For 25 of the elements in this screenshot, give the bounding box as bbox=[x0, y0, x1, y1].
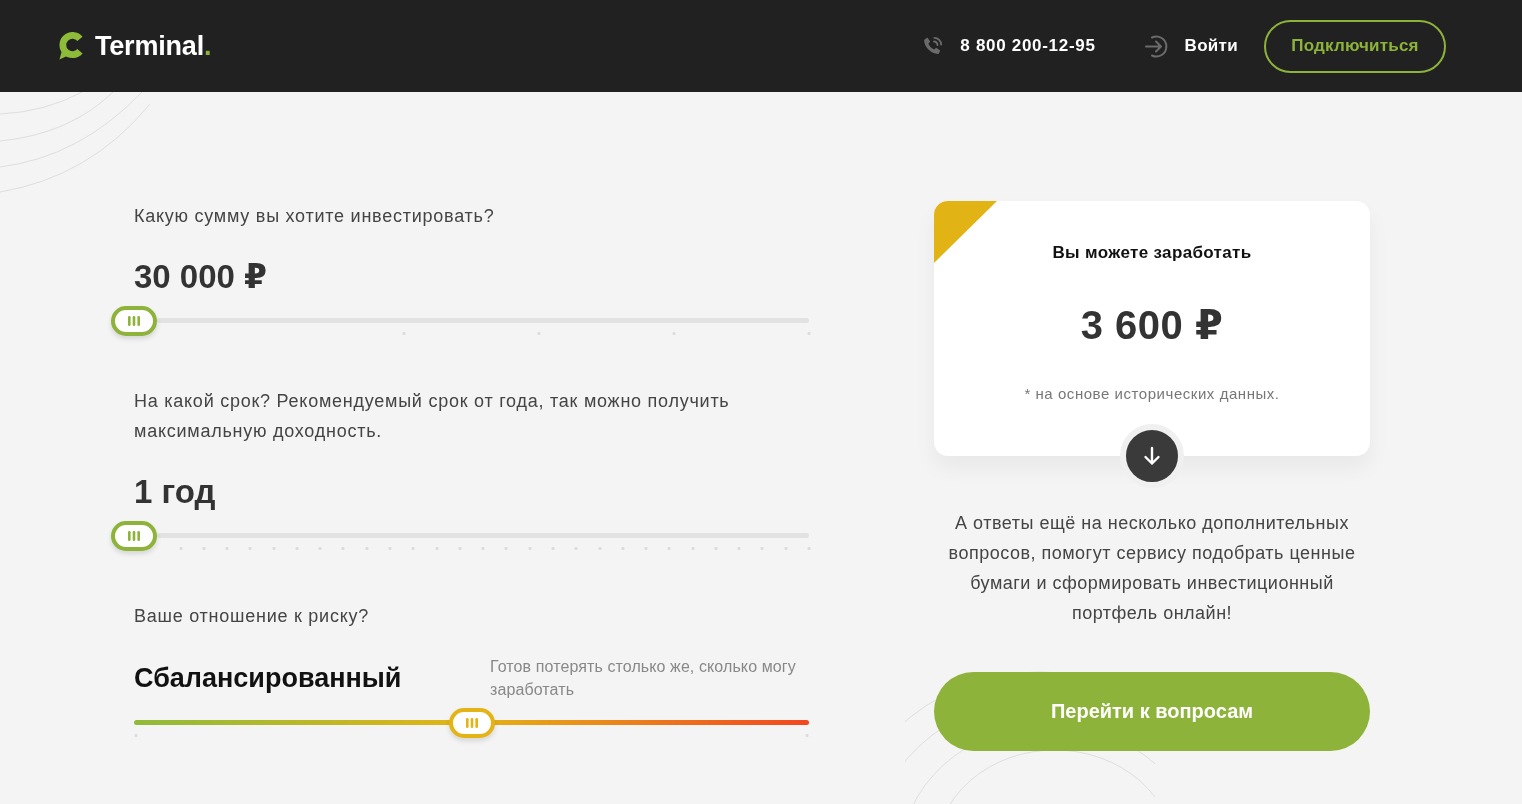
slider-track[interactable] bbox=[157, 318, 809, 323]
slider-track[interactable] bbox=[157, 533, 809, 538]
slider-thumb[interactable] bbox=[448, 707, 495, 738]
question-label: На какой срок? Рекомендуемый срок от года, так можно получить максимальную доходность. bbox=[134, 390, 731, 443]
footnote-text: * на основе исторических данных. bbox=[1024, 384, 1280, 404]
card-title: Вы можете заработать bbox=[1052, 242, 1252, 264]
answer-value: 1 год bbox=[134, 472, 216, 512]
answer-value: Сбалансированный bbox=[134, 662, 402, 695]
slider-thumb[interactable] bbox=[111, 305, 157, 336]
info-text: А ответы ещё на несколько дополнительных вопросов, помогут сервису подобрать ценные бумаги и сформировать инвестиционный портфель онлайн! bbox=[947, 512, 1357, 625]
connect-button[interactable]: Подключиться bbox=[1264, 19, 1446, 73]
slider-track[interactable] bbox=[134, 720, 809, 725]
phone-link[interactable]: 8 800 200-12-95 bbox=[921, 34, 1096, 58]
question-label: Какую сумму вы хотите инвестировать? bbox=[134, 205, 496, 228]
risk-description: Готов потерять столько же, сколько могу заработать bbox=[490, 657, 797, 700]
question-label: Ваше отношение к риску? bbox=[134, 605, 371, 628]
grip-icon bbox=[128, 315, 140, 326]
answer-value: 30 000 ₽ bbox=[134, 257, 268, 297]
login-link[interactable]: Войти bbox=[1143, 32, 1238, 60]
grip-icon bbox=[128, 530, 140, 541]
logo-link[interactable]: Terminal. bbox=[58, 30, 212, 62]
earnings-amount: 3 600 ₽ bbox=[1080, 302, 1224, 348]
arrow-down-icon bbox=[1142, 446, 1162, 466]
grip-icon bbox=[465, 717, 478, 728]
slider-thumb[interactable] bbox=[111, 520, 157, 551]
